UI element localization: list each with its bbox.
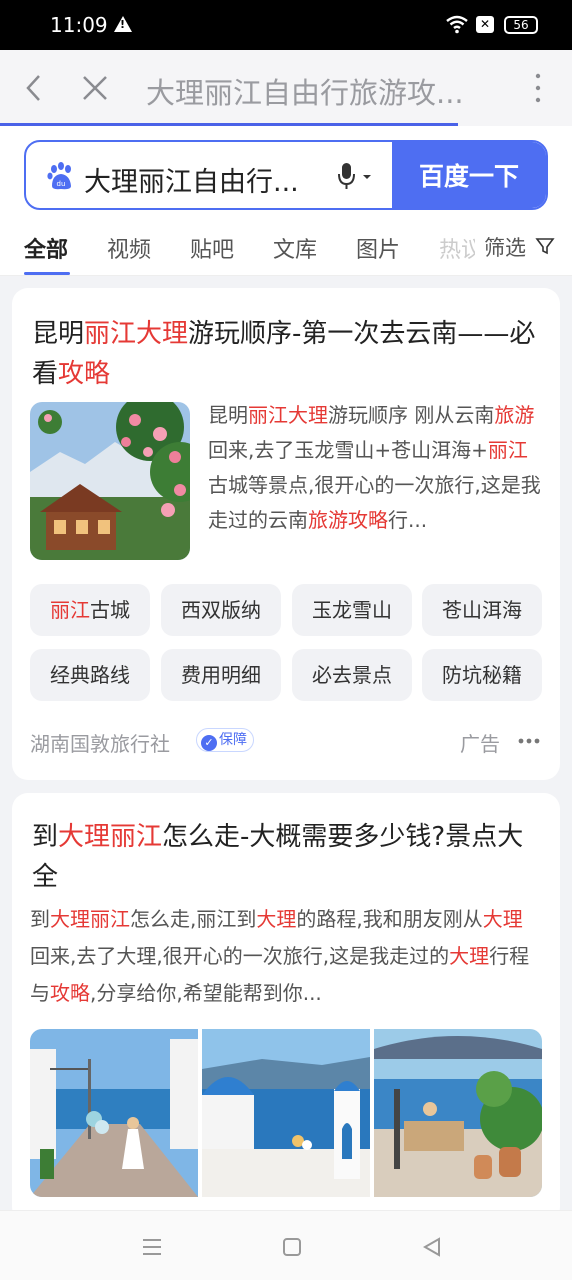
snippet-text: 行... bbox=[388, 508, 428, 532]
snippet-highlight: 丽江 bbox=[487, 438, 528, 462]
snippet-highlight: 旅游 bbox=[494, 403, 535, 427]
more-dots-icon[interactable] bbox=[518, 738, 540, 744]
filter-icon[interactable] bbox=[535, 236, 555, 256]
back-icon[interactable] bbox=[20, 72, 48, 104]
baidu-paw-icon: du bbox=[47, 162, 71, 190]
chip-label: 防坑秘籍 bbox=[442, 663, 522, 687]
snippet-highlight: 大理 bbox=[482, 907, 523, 931]
snippet-text: ,分享给你,希望能帮到你... bbox=[90, 981, 322, 1005]
chip-jade-dragon-snow-mountain[interactable]: 玉龙雪山 bbox=[292, 584, 412, 636]
chip-label: 费用明细 bbox=[181, 663, 261, 687]
title-text: 昆明 bbox=[32, 319, 85, 349]
result-snippet: 昆明丽江大理游玩顺序 刚从云南旅游回来,去了玉龙雪山+苍山洱海+丽江古城等景点,… bbox=[208, 398, 546, 538]
chip-label: 必去景点 bbox=[312, 663, 392, 687]
tab-video[interactable]: 视频 bbox=[107, 232, 151, 264]
check-shield-icon: ✓ bbox=[201, 735, 217, 751]
result-thumbnail[interactable] bbox=[30, 402, 190, 560]
chip-xishuangbanna[interactable]: 西双版纳 bbox=[161, 584, 281, 636]
snippet-text: 的路程,我和朋友刚从 bbox=[296, 907, 483, 931]
snippet-text: 回来,去了玉龙雪山+苍山洱海+ bbox=[208, 438, 488, 462]
chip-classic-routes[interactable]: 经典路线 bbox=[30, 649, 150, 701]
guarantee-badge[interactable]: ✓ 保障 bbox=[196, 728, 254, 752]
microphone-icon[interactable] bbox=[336, 162, 376, 192]
chip-label: 西双版纳 bbox=[181, 598, 261, 622]
close-icon[interactable] bbox=[80, 72, 110, 104]
svg-text:du: du bbox=[57, 180, 66, 188]
snippet-text: 怎么走,丽江到 bbox=[130, 907, 257, 931]
system-nav-bar bbox=[0, 1210, 572, 1280]
search-input[interactable]: 大理丽江自由行... bbox=[84, 160, 299, 199]
snippet-text: 回来,去了大理,很开心的一次旅行,这是我走过的 bbox=[30, 944, 450, 968]
result-title[interactable]: 昆明丽江大理游玩顺序-第一次去云南——必看攻略 bbox=[32, 314, 544, 394]
result-source[interactable]: 湖南国敦旅行社 bbox=[30, 728, 170, 757]
search-box[interactable]: du 大理丽江自由行... 百度一下 bbox=[24, 140, 548, 210]
chip-highlight: 丽江 bbox=[50, 598, 90, 622]
snippet-text: 游玩顺序 刚从云南 bbox=[328, 403, 495, 427]
snippet-highlight: 大理丽江 bbox=[50, 907, 130, 931]
tab-tieba[interactable]: 贴吧 bbox=[190, 232, 234, 264]
ad-label: 广告 bbox=[460, 732, 500, 756]
page-title[interactable]: 大理丽江自由行旅游攻... bbox=[146, 70, 464, 112]
title-highlight: 攻略 bbox=[58, 359, 111, 389]
snippet-highlight: 丽江大理 bbox=[248, 403, 328, 427]
snippet-highlight: 旅游攻略 bbox=[308, 508, 388, 532]
status-bar: 11:09 ✕ 56 bbox=[0, 0, 572, 50]
tab-all[interactable]: 全部 bbox=[24, 232, 68, 264]
tab-hot[interactable]: 热议 bbox=[439, 232, 475, 264]
search-button[interactable]: 百度一下 bbox=[392, 142, 546, 208]
snippet-highlight: 攻略 bbox=[50, 981, 90, 1005]
back-triangle-icon[interactable] bbox=[420, 1235, 444, 1259]
title-highlight: 丽江大理 bbox=[84, 319, 189, 349]
result-card[interactable]: 到大理丽江怎么走-大概需要多少钱?景点大全 到大理丽江怎么走,丽江到大理的路程,… bbox=[12, 793, 560, 1223]
status-time: 11:09 bbox=[50, 13, 108, 37]
active-tab-indicator bbox=[24, 272, 70, 275]
title-text: 到 bbox=[32, 822, 59, 852]
chip-label: 古城 bbox=[90, 598, 130, 622]
chip-cost-details[interactable]: 费用明细 bbox=[161, 649, 281, 701]
badge-label: 保障 bbox=[219, 732, 247, 748]
warning-icon bbox=[114, 16, 132, 32]
chip-anti-scam-tips[interactable]: 防坑秘籍 bbox=[422, 649, 542, 701]
snippet-highlight: 大理 bbox=[449, 944, 490, 968]
result-snippet: 到大理丽江怎么走,丽江到大理的路程,我和朋友刚从大理回来,去了大理,很开心的一次… bbox=[30, 901, 542, 1012]
result-photo[interactable] bbox=[30, 1029, 198, 1197]
filter-button[interactable]: 筛选 bbox=[484, 232, 526, 262]
browser-toolbar: 大理丽江自由行旅游攻... bbox=[0, 50, 572, 126]
more-vertical-icon[interactable] bbox=[528, 70, 548, 106]
chip-label: 玉龙雪山 bbox=[312, 598, 392, 622]
x-icon: ✕ bbox=[476, 16, 494, 33]
snippet-highlight: 大理 bbox=[256, 907, 297, 931]
search-tabs: 全部 视频 贴吧 文库 图片 热议 筛选 bbox=[0, 222, 572, 276]
search-area: du 大理丽江自由行... 百度一下 bbox=[0, 126, 572, 222]
result-photo[interactable] bbox=[374, 1029, 542, 1197]
battery-icon: 56 bbox=[504, 16, 538, 34]
snippet-text: 到 bbox=[30, 907, 50, 931]
chip-label: 苍山洱海 bbox=[442, 598, 522, 622]
menu-icon[interactable] bbox=[140, 1235, 164, 1259]
chip-must-see-spots[interactable]: 必去景点 bbox=[292, 649, 412, 701]
result-card-ad[interactable]: 昆明丽江大理游玩顺序-第一次去云南——必看攻略 昆明丽江大理游玩顺序 刚从云南旅… bbox=[12, 288, 560, 780]
tab-images[interactable]: 图片 bbox=[356, 232, 400, 264]
home-icon[interactable] bbox=[280, 1235, 304, 1259]
result-title[interactable]: 到大理丽江怎么走-大概需要多少钱?景点大全 bbox=[32, 817, 544, 897]
chip-label: 经典路线 bbox=[50, 663, 130, 687]
wifi-icon bbox=[446, 15, 468, 34]
chip-lijiang-old-town[interactable]: 丽江古城 bbox=[30, 584, 150, 636]
result-photo[interactable] bbox=[202, 1029, 370, 1197]
title-highlight: 大理丽江 bbox=[58, 822, 163, 852]
snippet-text: 昆明 bbox=[208, 403, 248, 427]
tab-wenku[interactable]: 文库 bbox=[273, 232, 317, 264]
chip-cangshan-erhai[interactable]: 苍山洱海 bbox=[422, 584, 542, 636]
